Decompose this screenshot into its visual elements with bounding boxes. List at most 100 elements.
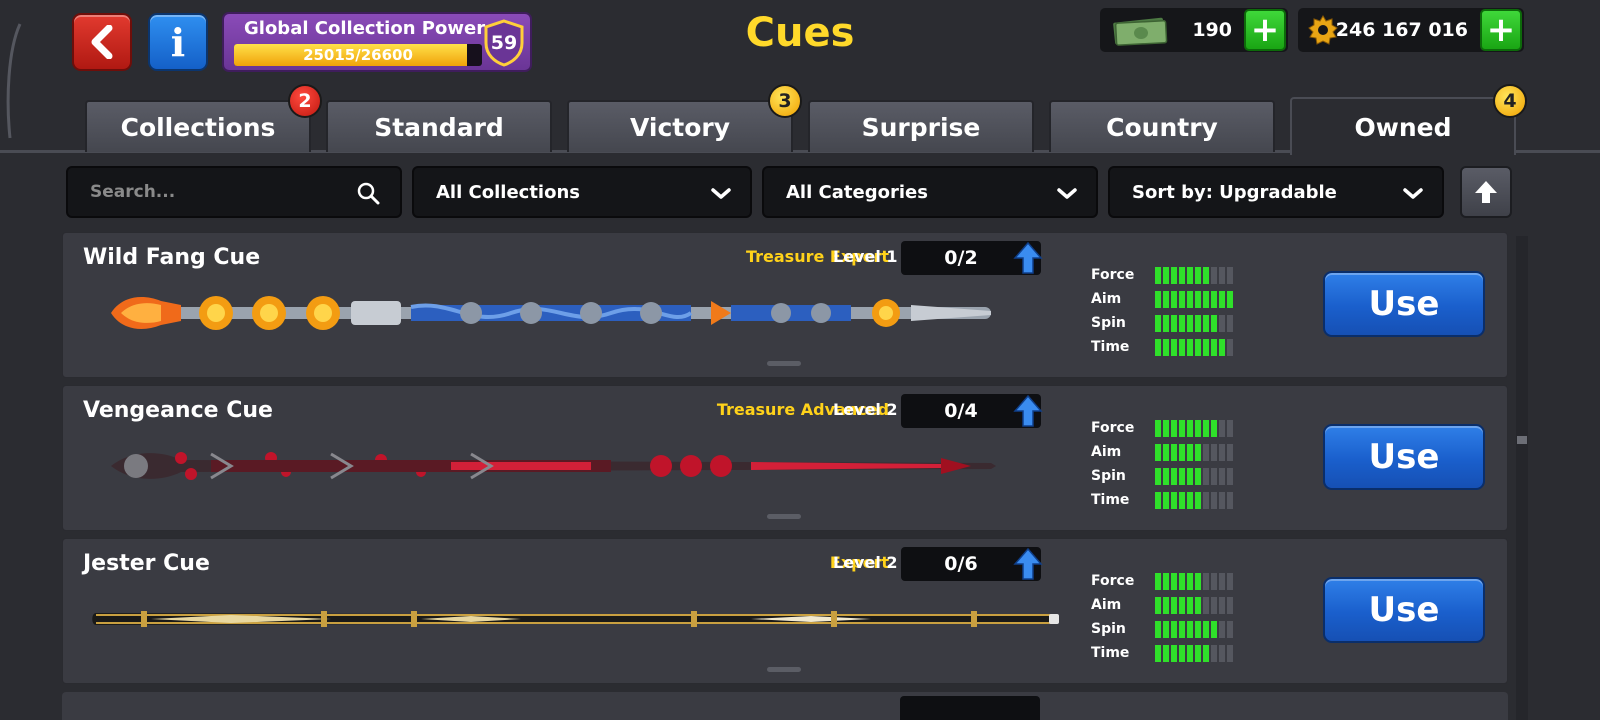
force-bar <box>1155 572 1233 590</box>
global-collection-power[interactable]: Global Collection Power 25015/26600 59 <box>222 12 532 72</box>
spin-bar <box>1155 314 1233 332</box>
tab-surprise[interactable]: Surprise <box>808 100 1034 152</box>
stat-segment <box>1187 443 1193 461</box>
tab-country[interactable]: Country <box>1049 100 1275 152</box>
jester-cue-image <box>92 611 1059 627</box>
stat-segment <box>1171 620 1177 638</box>
stat-segment <box>1179 644 1185 662</box>
edge-curve-decoration <box>6 23 22 139</box>
stat-label: Force <box>1091 573 1135 589</box>
use-button[interactable]: Use <box>1323 271 1485 337</box>
cue-upgrade-progress <box>900 696 1040 720</box>
stat-segment <box>1187 596 1193 614</box>
stat-segment <box>1211 266 1217 284</box>
stat-segment <box>1195 419 1201 437</box>
stat-segment <box>1155 596 1161 614</box>
stat-segment <box>1195 443 1201 461</box>
tab-standard[interactable]: Standard <box>326 100 552 152</box>
stat-label: Spin <box>1091 315 1126 331</box>
stat-segment <box>1171 266 1177 284</box>
stat-label: Aim <box>1091 291 1122 307</box>
sort-dropdown[interactable]: Sort by: Upgradable <box>1108 166 1444 218</box>
stat-segment <box>1187 572 1193 590</box>
stat-segment <box>1179 266 1185 284</box>
stat-segment <box>1163 644 1169 662</box>
stat-segment <box>1211 467 1217 485</box>
vengeance-cue-image <box>111 452 996 480</box>
global-power-level: 59 <box>490 32 518 54</box>
back-button[interactable] <box>72 13 132 71</box>
stat-segment <box>1187 419 1193 437</box>
stat-segment <box>1219 290 1225 308</box>
use-button[interactable]: Use <box>1323 577 1485 643</box>
stat-segment <box>1163 620 1169 638</box>
info-button[interactable]: i <box>148 13 208 71</box>
tab-owned[interactable]: Owned <box>1290 97 1516 155</box>
stat-segment <box>1227 443 1233 461</box>
stat-segment <box>1155 419 1161 437</box>
stat-label: Spin <box>1091 621 1126 637</box>
stat-segment <box>1211 572 1217 590</box>
stat-segment <box>1155 338 1161 356</box>
row-handle <box>767 361 801 366</box>
cue-name: Jester Cue <box>83 551 210 576</box>
sort-direction-button[interactable] <box>1460 166 1512 218</box>
scrollbar-track[interactable] <box>1516 236 1528 720</box>
cue-level: Level 1 <box>833 247 898 266</box>
stat-segment <box>1219 266 1225 284</box>
chevron-down-icon <box>1057 188 1077 199</box>
upgrade-arrow-icon[interactable] <box>1013 547 1043 581</box>
coins-counter: 246 167 016 + <box>1298 8 1524 52</box>
use-button[interactable]: Use <box>1323 424 1485 490</box>
search-input[interactable] <box>90 182 330 202</box>
stat-segment <box>1163 572 1169 590</box>
aim-bar <box>1155 290 1233 308</box>
collections-dropdown[interactable]: All Collections <box>412 166 752 218</box>
stat-segment <box>1219 572 1225 590</box>
tab-label: Victory <box>629 112 731 142</box>
stat-segment <box>1155 314 1161 332</box>
search-box[interactable] <box>66 166 402 218</box>
stat-segment <box>1219 338 1225 356</box>
stat-segment <box>1227 266 1233 284</box>
wild-fang-cue-image <box>111 296 991 330</box>
stat-segment <box>1219 419 1225 437</box>
cue-stats: Force Aim Spin Time <box>1091 263 1261 359</box>
scrollbar-thumb[interactable] <box>1517 436 1527 444</box>
add-cash-button[interactable]: + <box>1244 9 1286 51</box>
upgrade-arrow-icon[interactable] <box>1013 394 1043 428</box>
tab-victory[interactable]: Victory <box>567 100 793 152</box>
stat-segment <box>1227 491 1233 509</box>
sort-dropdown-value: Sort by: Upgradable <box>1132 181 1337 203</box>
plus-icon: + <box>1486 10 1516 50</box>
cue-level: Level 2 <box>833 400 898 419</box>
stat-segment <box>1195 338 1201 356</box>
stat-segment <box>1179 572 1185 590</box>
coins-amount: 246 167 016 <box>1335 19 1468 41</box>
stat-segment <box>1203 644 1209 662</box>
upgrade-arrow-icon[interactable] <box>1013 241 1043 275</box>
categories-dropdown[interactable]: All Categories <box>762 166 1098 218</box>
stat-segment <box>1187 338 1193 356</box>
tab-collections[interactable]: Collections <box>85 100 311 152</box>
stat-label: Force <box>1091 420 1135 436</box>
stat-segment <box>1187 620 1193 638</box>
stat-segment <box>1171 419 1177 437</box>
stat-segment <box>1171 290 1177 308</box>
coins-icon <box>1308 15 1338 45</box>
global-power-label: Global Collection Power <box>244 18 486 39</box>
stat-segment <box>1211 596 1217 614</box>
stat-segment <box>1171 314 1177 332</box>
tab-badge-collections: 2 <box>288 84 322 118</box>
arrow-up-icon <box>1475 181 1497 203</box>
cue-level: Level 2 <box>833 553 898 572</box>
stat-segment <box>1187 314 1193 332</box>
add-coins-button[interactable]: + <box>1480 9 1522 51</box>
search-icon[interactable] <box>356 181 380 205</box>
stat-segment <box>1179 290 1185 308</box>
chevron-down-icon <box>711 188 731 199</box>
stat-segment <box>1155 620 1161 638</box>
stat-segment <box>1163 314 1169 332</box>
stat-segment <box>1203 443 1209 461</box>
stat-segment <box>1227 572 1233 590</box>
